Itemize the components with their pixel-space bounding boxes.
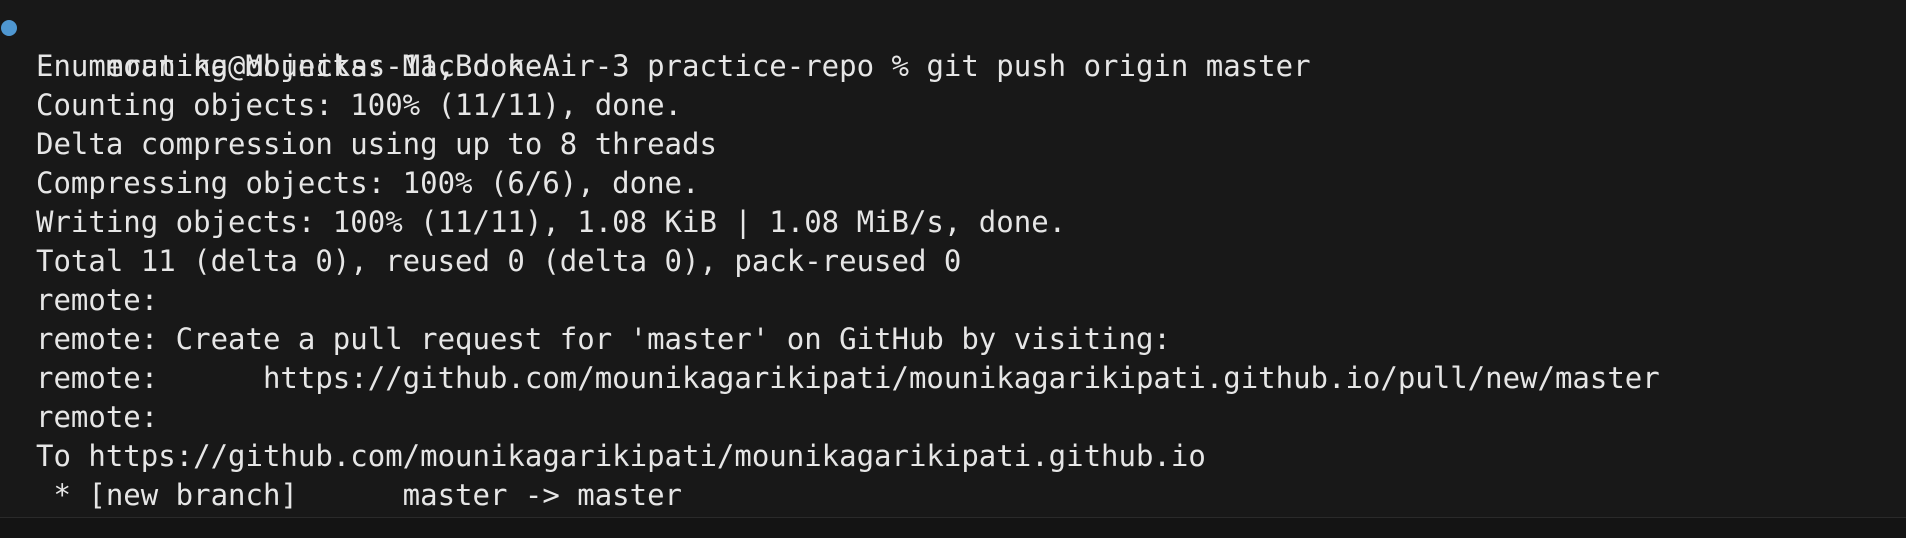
output-line: Writing objects: 100% (11/11), 1.08 KiB … bbox=[36, 205, 1067, 239]
output-line: remote: bbox=[36, 283, 159, 317]
output-line-link[interactable]: remote: https://github.com/mounikagariki… bbox=[0, 359, 1906, 398]
output-line: Counting objects: 100% (11/11), done. bbox=[36, 88, 683, 122]
output-line-link[interactable]: To https://github.com/mounikagarikipati/… bbox=[0, 437, 1906, 476]
output-line: Enumerating objects: 11, done. bbox=[36, 49, 560, 83]
output-line: Total 11 (delta 0), reused 0 (delta 0), … bbox=[36, 244, 962, 278]
prompt-status-dot-icon bbox=[1, 20, 17, 36]
output-line: Delta compression using up to 8 threads bbox=[36, 127, 717, 161]
output-line: * [new branch] master -> master bbox=[36, 478, 683, 512]
output-line: remote: Create a pull request for 'maste… bbox=[36, 322, 1171, 356]
output-line: remote: bbox=[36, 400, 159, 434]
terminal-window[interactable]: mounika@Mounikas-MacBook-Air-3 practice-… bbox=[0, 0, 1906, 538]
terminal-footer-bar bbox=[0, 517, 1906, 538]
output-line: Compressing objects: 100% (6/6), done. bbox=[36, 166, 700, 200]
command-line: mounika@Mounikas-MacBook-Air-3 practice-… bbox=[0, 8, 1906, 83]
